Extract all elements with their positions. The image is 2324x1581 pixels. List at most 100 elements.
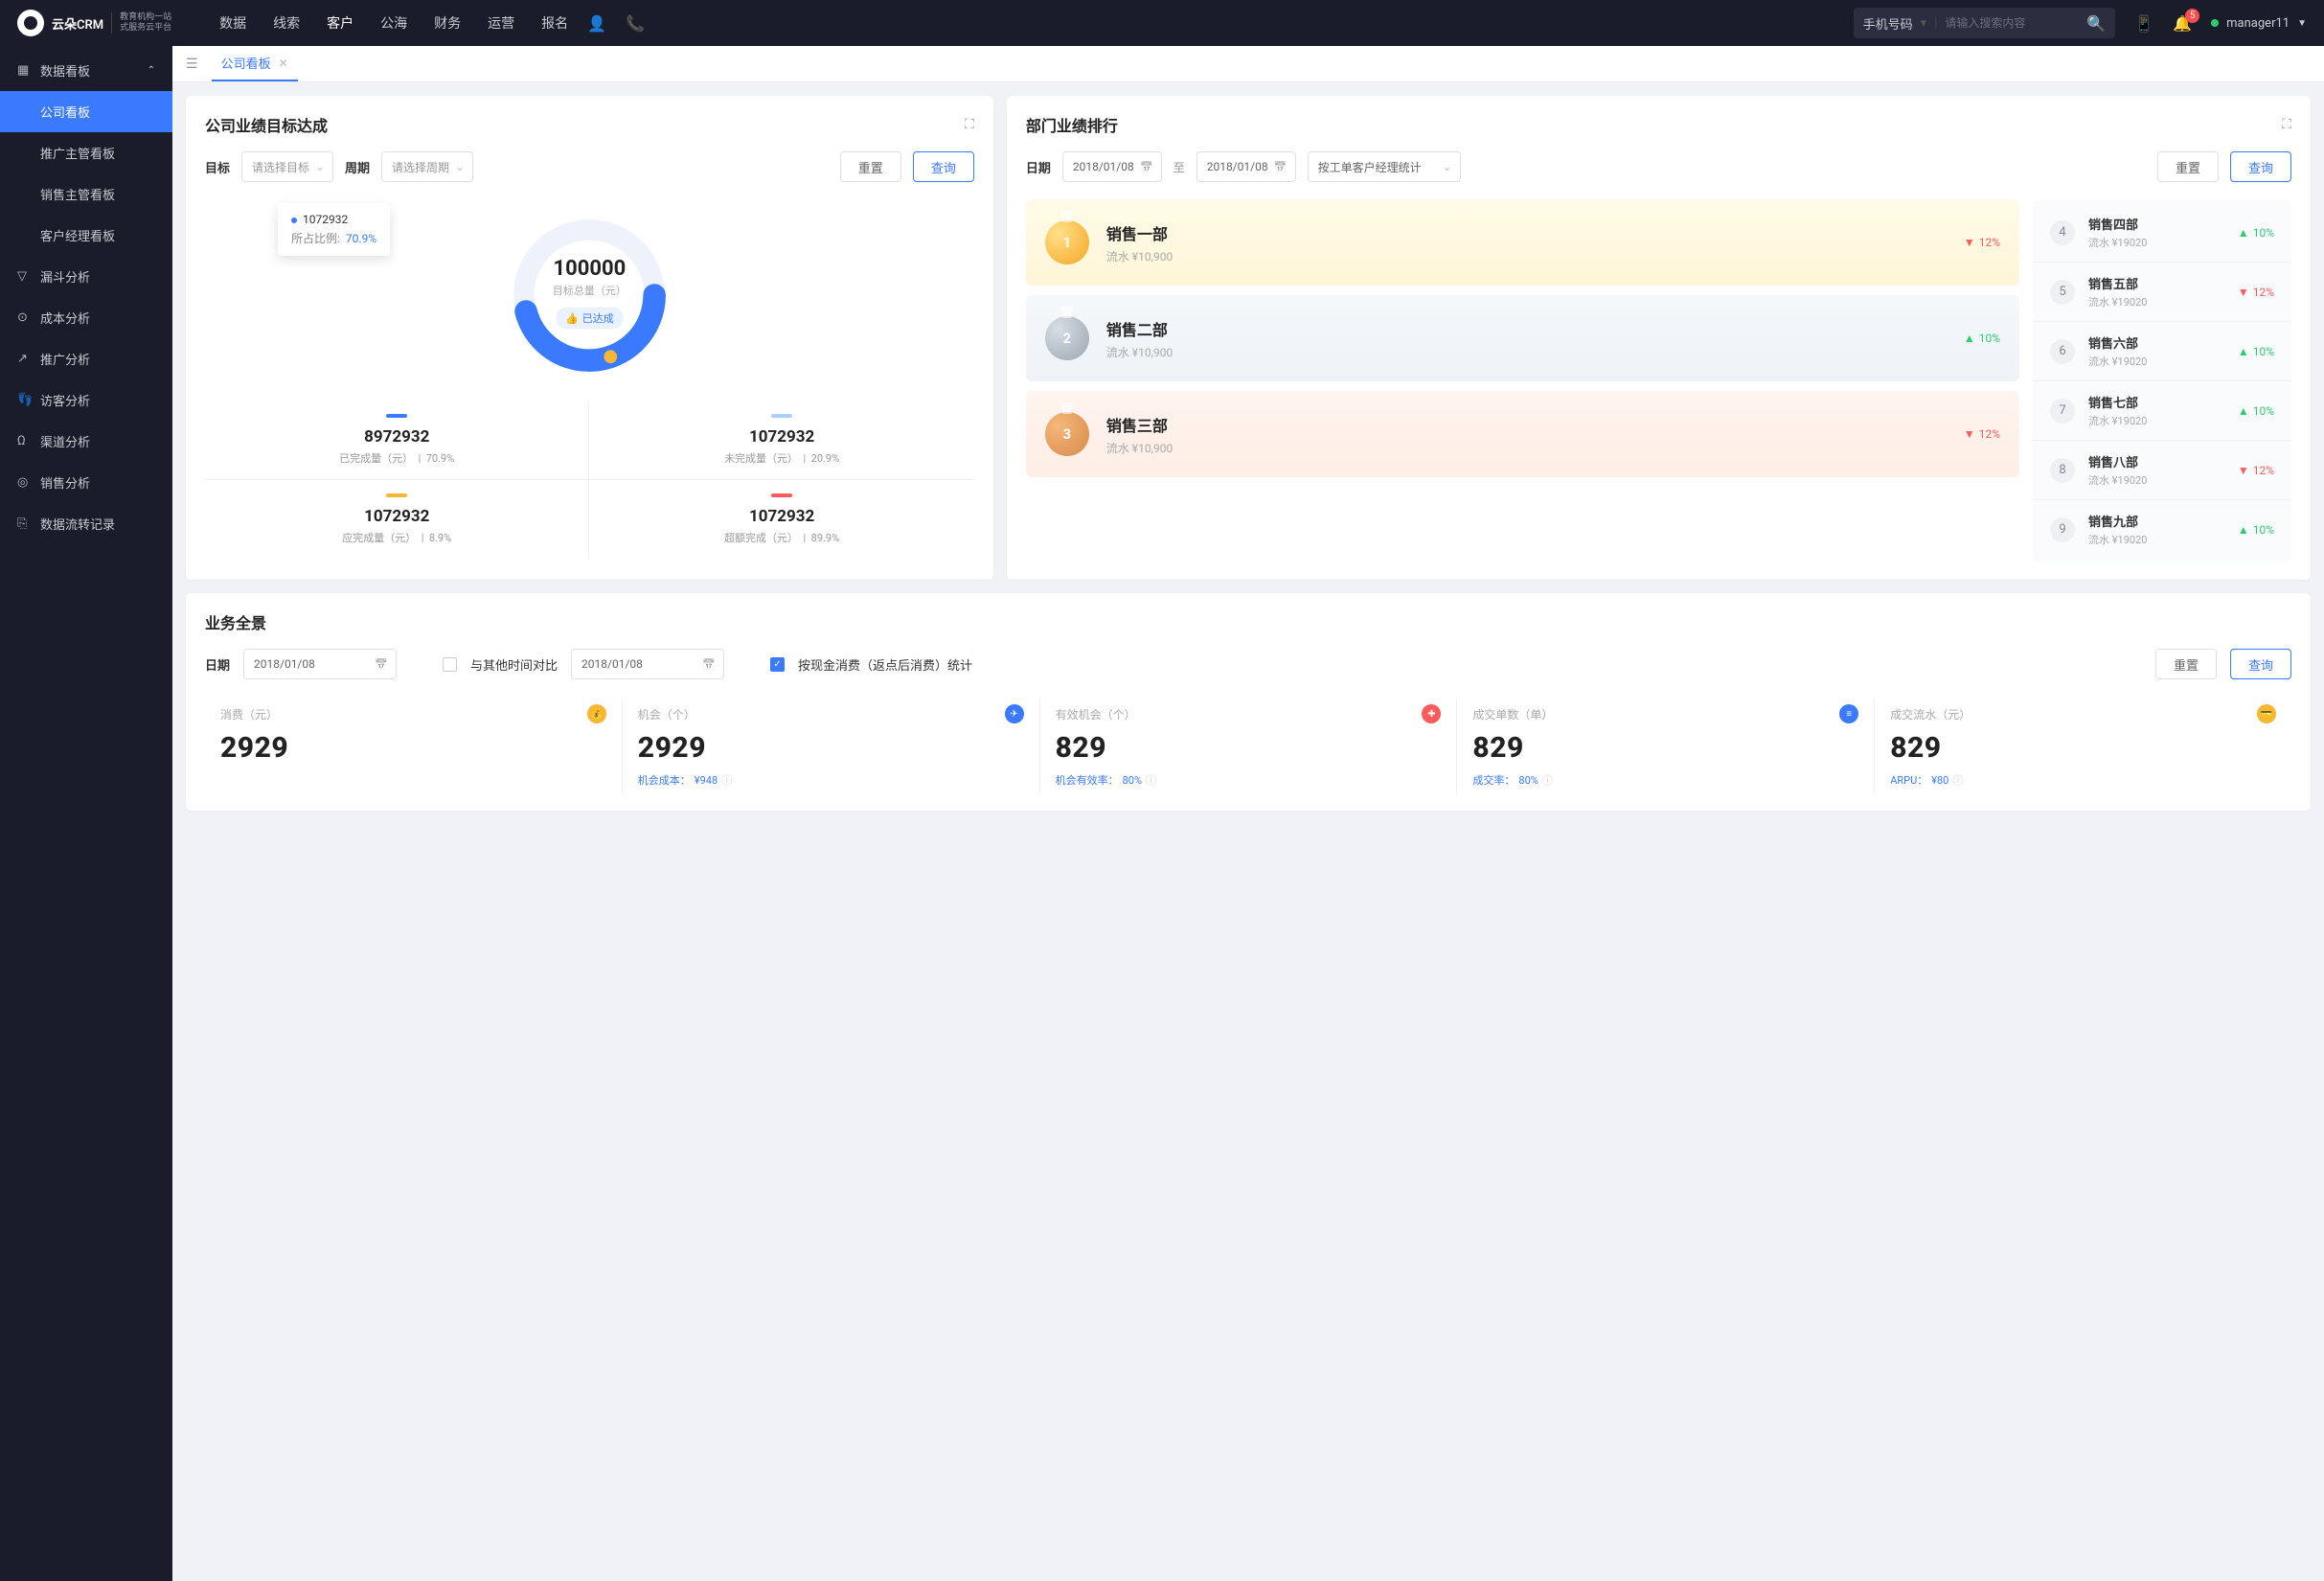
topnav-item[interactable]: 线索 bbox=[273, 10, 300, 36]
period-label: 周期 bbox=[345, 158, 370, 176]
period-select[interactable]: 请选择周期 bbox=[381, 151, 473, 182]
pct-change: ▲10% bbox=[1964, 332, 2000, 345]
user-icon[interactable]: 👤 bbox=[587, 14, 606, 33]
sidebar-item[interactable]: 👣访客分析 bbox=[0, 379, 172, 421]
reset-button[interactable]: 重置 bbox=[2157, 151, 2219, 182]
panel-dept-ranking: 部门业绩排行 ⛶ 日期 2018/01/08 至 2018/01/08 按工单客… bbox=[1007, 96, 2311, 580]
date-to-input[interactable]: 2018/01/08 bbox=[1196, 151, 1296, 182]
reset-button[interactable]: 重置 bbox=[840, 151, 901, 182]
expand-icon[interactable]: ⛶ bbox=[2282, 117, 2291, 132]
sidebar-item[interactable]: 销售主管看板 bbox=[0, 173, 172, 215]
logo-mark-icon bbox=[17, 10, 44, 36]
sidebar-item[interactable]: 客户经理看板 bbox=[0, 215, 172, 256]
cash-checkbox[interactable]: ✓ bbox=[770, 657, 785, 672]
chevron-up-icon: ⌃ bbox=[148, 65, 155, 76]
topbar: 云朵CRM 教育机构一站式服务云平台 数据 线索 客户 公海 财务 运营 报名 👤 📞 手机… bbox=[0, 0, 2324, 46]
expand-icon[interactable]: ⛶ bbox=[965, 117, 974, 132]
rank-top-item[interactable]: 3 销售三部流水 ¥10,900 ▼12% bbox=[1026, 391, 2019, 477]
metric-icon: 💳 bbox=[2257, 704, 2276, 723]
reset-button[interactable]: 重置 bbox=[2155, 649, 2217, 679]
username: manager11 bbox=[2226, 16, 2290, 31]
topnav-item[interactable]: 客户 bbox=[327, 10, 353, 36]
topnav-item[interactable]: 财务 bbox=[434, 10, 461, 36]
close-icon[interactable]: ✕ bbox=[279, 57, 288, 70]
sidebar-item[interactable]: ⊙成本分析 bbox=[0, 297, 172, 338]
pct-change: ▼12% bbox=[1964, 236, 2000, 249]
target-select[interactable]: 请选择目标 bbox=[241, 151, 333, 182]
search-input[interactable] bbox=[1945, 16, 2079, 30]
help-icon[interactable]: ⓘ bbox=[721, 772, 732, 788]
sidebar: ▦ 数据看板 ⌃ 公司看板推广主管看板销售主管看板客户经理看板 ▽漏斗分析⊙成本… bbox=[0, 46, 172, 1581]
cash-option-label: 按现金消费（返点后消费）统计 bbox=[798, 655, 972, 674]
top-nav: 数据 线索 客户 公海 财务 运营 报名 bbox=[219, 10, 568, 36]
arrow-icon: ▲ bbox=[1964, 332, 1975, 345]
date-input[interactable]: 2018/01/08 bbox=[243, 649, 397, 679]
topnav-item[interactable]: 运营 bbox=[488, 10, 514, 36]
stat-cell: 8972932 已完成量（元） | 70.9% bbox=[205, 401, 589, 480]
search-icon[interactable]: 🔍 bbox=[2086, 14, 2106, 33]
pct-change: ▼ 12% bbox=[2238, 464, 2274, 477]
notif-badge: 5 bbox=[2185, 9, 2199, 23]
collapse-sidebar-icon[interactable]: ☰ bbox=[186, 57, 198, 72]
menu-icon: ⎘ bbox=[17, 516, 31, 531]
arrow-icon: ▼ bbox=[2238, 464, 2249, 477]
arrow-icon: ▼ bbox=[1964, 427, 1975, 441]
search-bar: 手机号码 ▾ | 🔍 bbox=[1854, 8, 2116, 38]
help-icon[interactable]: ⓘ bbox=[1542, 772, 1553, 788]
rank-top-item[interactable]: 1 销售一部流水 ¥10,900 ▼12% bbox=[1026, 199, 2019, 286]
notification-icon[interactable]: 🔔5 bbox=[2173, 14, 2192, 33]
sidebar-item[interactable]: Ω渠道分析 bbox=[0, 421, 172, 462]
phone-icon[interactable]: 📞 bbox=[626, 14, 645, 33]
dashboard-icon: ▦ bbox=[17, 63, 31, 78]
query-button[interactable]: 查询 bbox=[913, 151, 974, 182]
help-icon[interactable]: ⓘ bbox=[1952, 772, 1963, 788]
query-button[interactable]: 查询 bbox=[2230, 151, 2291, 182]
stat-mode-select[interactable]: 按工单客户经理统计 bbox=[1308, 151, 1461, 182]
pct-change: ▲ 10% bbox=[2238, 226, 2274, 240]
rank-row[interactable]: 8 销售八部流水 ¥19020 ▼ 12% bbox=[2033, 440, 2291, 499]
medal-icon: 2 bbox=[1045, 316, 1089, 360]
overview-card: 有效机会（个）✚ 829机会有效率：80% ⓘ bbox=[1039, 699, 1457, 793]
user-menu[interactable]: manager11 ▼ bbox=[2211, 16, 2307, 31]
panel-business-overview: 业务全景 日期 2018/01/08 与其他时间对比 2018/01/08 ✓ … bbox=[186, 593, 2311, 811]
rank-row[interactable]: 4 销售四部流水 ¥19020 ▲ 10% bbox=[2033, 203, 2291, 262]
stat-cell: 1072932 应完成量（元） | 8.9% bbox=[205, 480, 589, 559]
help-icon[interactable]: ⓘ bbox=[1146, 772, 1156, 788]
target-label: 目标 bbox=[205, 158, 230, 176]
sidebar-item[interactable]: ⎘数据流转记录 bbox=[0, 503, 172, 544]
rank-row[interactable]: 9 销售九部流水 ¥19020 ▲ 10% bbox=[2033, 499, 2291, 559]
search-type-select[interactable]: 手机号码 bbox=[1863, 14, 1913, 33]
topnav-item[interactable]: 公海 bbox=[380, 10, 407, 36]
status-dot-icon bbox=[2211, 19, 2219, 27]
mobile-icon[interactable]: 📱 bbox=[2134, 14, 2153, 33]
logo[interactable]: 云朵CRM 教育机构一站式服务云平台 bbox=[17, 10, 171, 36]
tab-company-board[interactable]: 公司看板 ✕ bbox=[212, 46, 298, 81]
rank-row[interactable]: 6 销售六部流水 ¥19020 ▲ 10% bbox=[2033, 321, 2291, 380]
rank-number: 8 bbox=[2050, 458, 2075, 483]
date-from-input[interactable]: 2018/01/08 bbox=[1062, 151, 1162, 182]
sidebar-item[interactable]: 公司看板 bbox=[0, 91, 172, 132]
rank-row[interactable]: 5 销售五部流水 ¥19020 ▼ 12% bbox=[2033, 262, 2291, 321]
sidebar-item[interactable]: ▽漏斗分析 bbox=[0, 256, 172, 297]
rank-number: 9 bbox=[2050, 517, 2075, 542]
sidebar-group-dashboard[interactable]: ▦ 数据看板 ⌃ bbox=[0, 50, 172, 91]
sidebar-item[interactable]: 推广主管看板 bbox=[0, 132, 172, 173]
overview-card: 消费（元）💰 2929 bbox=[205, 699, 622, 793]
panel-title: 公司业绩目标达成 bbox=[205, 113, 328, 136]
arrow-icon: ▼ bbox=[2238, 286, 2249, 299]
arrow-icon: ▲ bbox=[2238, 404, 2249, 418]
metric-icon: ✚ bbox=[1422, 704, 1441, 723]
logo-text: 云朵CRM bbox=[52, 14, 103, 33]
topnav-item[interactable]: 数据 bbox=[219, 10, 246, 36]
query-button[interactable]: 查询 bbox=[2230, 649, 2291, 679]
rank-row[interactable]: 7 销售七部流水 ¥19020 ▲ 10% bbox=[2033, 380, 2291, 440]
topnav-item[interactable]: 报名 bbox=[541, 10, 568, 36]
sidebar-item[interactable]: ↗推广分析 bbox=[0, 338, 172, 379]
achieved-badge: 👍已达成 bbox=[556, 308, 624, 329]
overview-card: 成交流水（元）💳 829ARPU：¥80 ⓘ bbox=[1874, 699, 2291, 793]
stat-cell: 1072932 未完成量（元） | 20.9% bbox=[589, 401, 973, 480]
sidebar-item[interactable]: ◎销售分析 bbox=[0, 462, 172, 503]
compare-checkbox[interactable] bbox=[443, 657, 457, 672]
date-compare-input[interactable]: 2018/01/08 bbox=[571, 649, 724, 679]
rank-top-item[interactable]: 2 销售二部流水 ¥10,900 ▲10% bbox=[1026, 295, 2019, 381]
